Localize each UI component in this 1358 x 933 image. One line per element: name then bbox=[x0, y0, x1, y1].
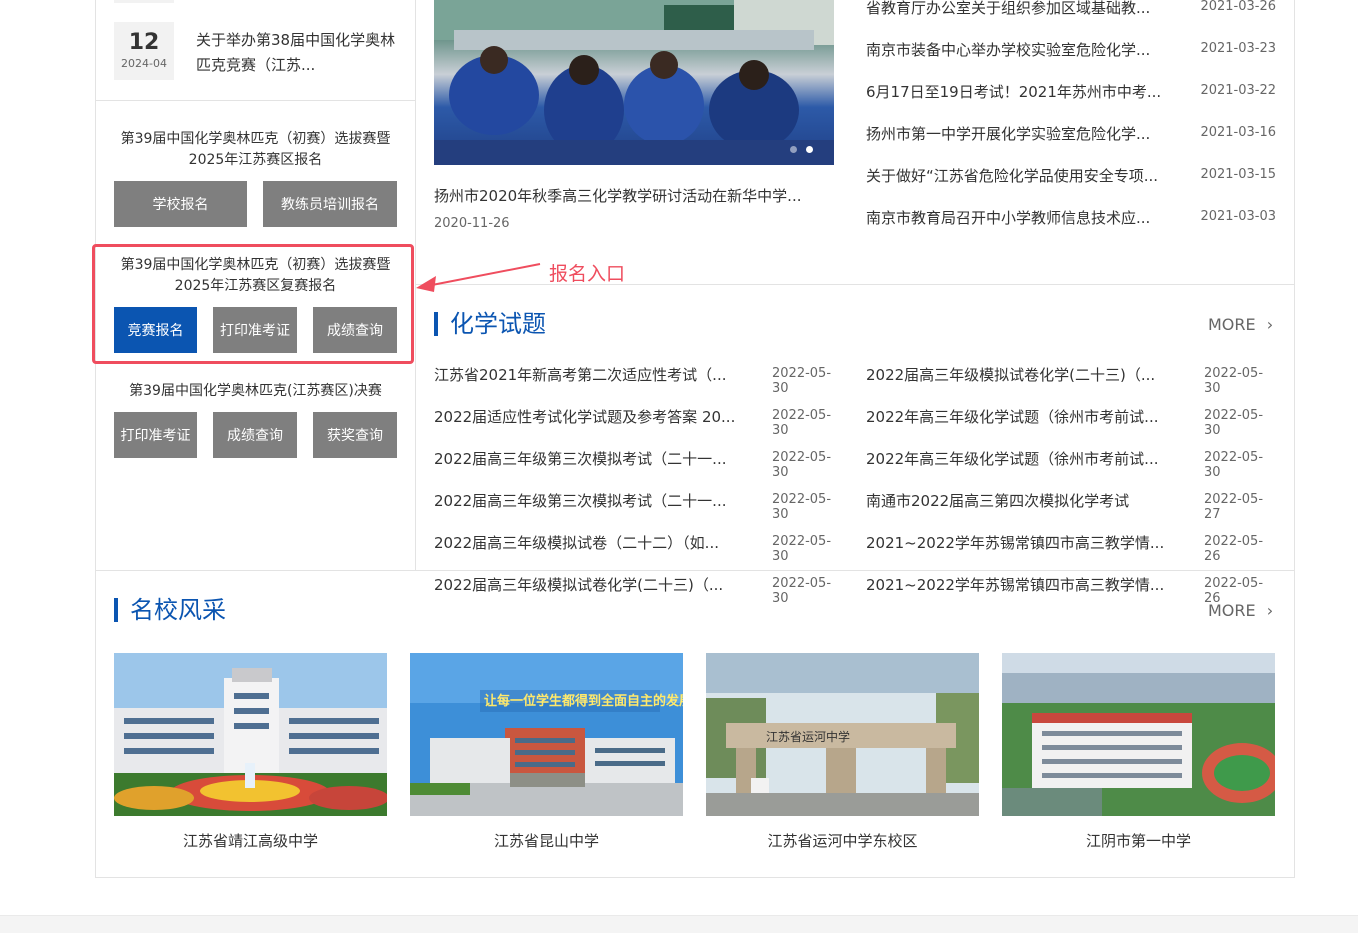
question-title[interactable]: 2021~2022学年苏锡常镇四市高三教学情... bbox=[866, 532, 1176, 553]
question-item[interactable]: 2022年高三年级化学试题（徐州市考前试... 2022-05-30 bbox=[866, 406, 1276, 438]
news-date: 2021-03-23 bbox=[1200, 41, 1276, 56]
registration-title-1: 第39届中国化学奥林匹克（初赛）选拔赛暨2025年江苏赛区报名 bbox=[120, 131, 391, 168]
school-name-4[interactable]: 江阴市第一中学 bbox=[1002, 830, 1275, 851]
news-item[interactable]: 扬州市第一中学开展化学实验室危险化学... 2021-03-16 bbox=[866, 123, 1276, 143]
news-date: 2021-03-22 bbox=[1200, 83, 1276, 98]
news-title[interactable]: 6月17日至19日考试！2021年苏州市中考... bbox=[866, 81, 1176, 102]
schools-more-link[interactable]: MORE › bbox=[1208, 601, 1273, 620]
news-date-box: 12 2024-04 bbox=[114, 22, 174, 80]
question-title[interactable]: 2022届高三年级第三次模拟考试（二十一... bbox=[434, 490, 744, 511]
annotation-highlight-box bbox=[92, 244, 414, 364]
school-name-1[interactable]: 江苏省靖江高级中学 bbox=[114, 830, 387, 851]
question-title[interactable]: 2022年高三年级化学试题（徐州市考前试... bbox=[866, 448, 1176, 469]
footer-band bbox=[0, 915, 1358, 933]
more-label[interactable]: MORE bbox=[1208, 315, 1256, 334]
news-date: 2021-03-26 bbox=[1200, 0, 1276, 14]
question-item[interactable]: 2022届高三年级模拟试卷（二十二）（如... 2022-05-30 bbox=[434, 532, 844, 564]
question-item[interactable]: 2022届适应性考试化学试题及参考答案 20... 2022-05-30 bbox=[434, 406, 844, 438]
news-title[interactable]: 扬州市第一中学开展化学实验室危险化学... bbox=[866, 123, 1176, 144]
feature-caption[interactable]: 扬州市2020年秋季高三化学教学研讨活动在新华中学... bbox=[434, 185, 834, 206]
school-gate-text: 江苏省运河中学 bbox=[766, 729, 850, 744]
question-item[interactable]: 2022届高三年级第三次模拟考试（二十一... 2022-05-30 bbox=[434, 448, 844, 480]
school-building-icon: 江苏省运河中学 bbox=[706, 653, 979, 816]
question-title[interactable]: 2022届高三年级模拟试卷（二十二）（如... bbox=[434, 532, 744, 553]
news-item[interactable]: 南京市装备中心举办学校实验室危险化学... 2021-03-23 bbox=[866, 39, 1276, 59]
questions-more-link[interactable]: MORE › bbox=[1208, 315, 1273, 334]
school-name-3[interactable]: 江苏省运河中学东校区 bbox=[706, 830, 979, 851]
final-print-admission-button[interactable]: 打印准考证 bbox=[114, 412, 197, 458]
question-date: 2022-05-30 bbox=[1204, 408, 1264, 438]
question-title[interactable]: 江苏省2021年新高考第二次适应性考试（... bbox=[434, 364, 744, 385]
left-divider-1 bbox=[96, 100, 415, 101]
question-item[interactable]: 2022届高三年级模拟试卷化学(二十三)（... 2022-05-30 bbox=[866, 364, 1276, 396]
news-title[interactable]: 关于做好“江苏省危险化学品使用安全专项... bbox=[866, 165, 1176, 186]
schools-section-title: 名校风采 bbox=[114, 596, 226, 624]
section-divider bbox=[96, 570, 1294, 571]
annotation-label: 报名入口 bbox=[549, 263, 626, 285]
registration-title-3: 第39届中国化学奥林匹克(江苏赛区)决赛 bbox=[129, 383, 382, 399]
carousel-dot-1[interactable] bbox=[790, 146, 797, 153]
question-title[interactable]: 2022年高三年级化学试题（徐州市考前试... bbox=[866, 406, 1176, 427]
classroom-image-icon bbox=[434, 0, 834, 165]
news-year-month: 2024-04 bbox=[121, 57, 167, 70]
feature-photo[interactable] bbox=[434, 0, 834, 165]
question-item[interactable]: 2022届高三年级模拟试卷化学(二十三)（... 2022-05-30 bbox=[434, 574, 844, 606]
question-date: 2022-05-30 bbox=[772, 534, 832, 564]
news-item[interactable]: 南京市教育局召开中小学教师信息技术应... 2021-03-03 bbox=[866, 207, 1276, 227]
school-building-icon bbox=[114, 653, 387, 816]
news-title[interactable]: 南京市教育局召开中小学教师信息技术应... bbox=[866, 207, 1176, 228]
news-date: 2021-03-03 bbox=[1200, 209, 1276, 224]
annotation-arrow-icon bbox=[416, 263, 541, 292]
school-building-icon: 让每一位学生都得到全面自主的发展 bbox=[410, 653, 683, 816]
question-title[interactable]: 南通市2022届高三第四次模拟化学考试 bbox=[866, 490, 1176, 511]
school-photo-1[interactable] bbox=[114, 653, 387, 816]
question-title[interactable]: 2022届高三年级模拟试卷化学(二十三)（... bbox=[866, 364, 1176, 385]
school-name-2[interactable]: 江苏省昆山中学 bbox=[410, 830, 683, 851]
school-banner: 让每一位学生都得到全面自主的发展 bbox=[484, 693, 683, 709]
question-item[interactable]: 2021~2022学年苏锡常镇四市高三教学情... 2022-05-26 bbox=[866, 574, 1276, 606]
chevron-right-icon: › bbox=[1266, 601, 1274, 620]
top-news-link[interactable]: 关于举办第38届中国化学奥林匹克竞赛（江苏... bbox=[196, 28, 396, 78]
feature-date: 2020-11-26 bbox=[434, 216, 510, 231]
news-title[interactable]: 省教育厅办公室关于组织参加区域基础教... bbox=[866, 0, 1176, 18]
school-photo-2[interactable]: 让每一位学生都得到全面自主的发展 bbox=[410, 653, 683, 816]
top-gray-strip bbox=[114, 0, 174, 3]
school-registration-button[interactable]: 学校报名 bbox=[114, 181, 247, 227]
news-item[interactable]: 6月17日至19日考试！2021年苏州市中考... 2021-03-22 bbox=[866, 81, 1276, 101]
question-date: 2022-05-30 bbox=[1204, 366, 1264, 396]
question-title[interactable]: 2021~2022学年苏锡常镇四市高三教学情... bbox=[866, 574, 1176, 595]
question-date: 2022-05-30 bbox=[772, 450, 832, 480]
news-item[interactable]: 省教育厅办公室关于组织参加区域基础教... 2021-03-26 bbox=[866, 0, 1276, 17]
question-item[interactable]: 2022届高三年级第三次模拟考试（二十一... 2022-05-30 bbox=[434, 490, 844, 522]
school-photo-4[interactable] bbox=[1002, 653, 1275, 816]
news-item[interactable]: 关于做好“江苏省危险化学品使用安全专项... 2021-03-15 bbox=[866, 165, 1276, 185]
question-date: 2022-05-30 bbox=[772, 492, 832, 522]
question-item[interactable]: 南通市2022届高三第四次模拟化学考试 2022-05-27 bbox=[866, 490, 1276, 522]
question-date: 2022-05-30 bbox=[772, 576, 832, 606]
question-date: 2022-05-30 bbox=[772, 366, 832, 396]
chevron-right-icon: › bbox=[1266, 315, 1274, 334]
school-building-icon bbox=[1002, 653, 1275, 816]
news-date: 2021-03-16 bbox=[1200, 125, 1276, 140]
news-day: 12 bbox=[128, 30, 160, 55]
school-photo-3[interactable]: 江苏省运河中学 bbox=[706, 653, 979, 816]
question-date: 2022-05-30 bbox=[1204, 450, 1264, 480]
question-date: 2022-05-30 bbox=[772, 408, 832, 438]
carousel-dot-2[interactable] bbox=[806, 146, 813, 153]
final-score-query-button[interactable]: 成绩查询 bbox=[213, 412, 297, 458]
question-title[interactable]: 2022届适应性考试化学试题及参考答案 20... bbox=[434, 406, 752, 427]
award-query-button[interactable]: 获奖查询 bbox=[313, 412, 397, 458]
question-item[interactable]: 2021~2022学年苏锡常镇四市高三教学情... 2022-05-26 bbox=[866, 532, 1276, 564]
news-title[interactable]: 南京市装备中心举办学校实验室危险化学... bbox=[866, 39, 1176, 60]
news-date: 2021-03-15 bbox=[1200, 167, 1276, 182]
question-item[interactable]: 2022年高三年级化学试题（徐州市考前试... 2022-05-30 bbox=[866, 448, 1276, 480]
question-date: 2022-05-26 bbox=[1204, 534, 1264, 564]
question-item[interactable]: 江苏省2021年新高考第二次适应性考试（... 2022-05-30 bbox=[434, 364, 844, 396]
question-date: 2022-05-27 bbox=[1204, 492, 1264, 522]
question-title[interactable]: 2022届高三年级模拟试卷化学(二十三)（... bbox=[434, 574, 739, 595]
questions-section-title: 化学试题 bbox=[434, 310, 546, 338]
coach-training-registration-button[interactable]: 教练员培训报名 bbox=[263, 181, 397, 227]
more-label[interactable]: MORE bbox=[1208, 601, 1256, 620]
question-title[interactable]: 2022届高三年级第三次模拟考试（二十一... bbox=[434, 448, 744, 469]
